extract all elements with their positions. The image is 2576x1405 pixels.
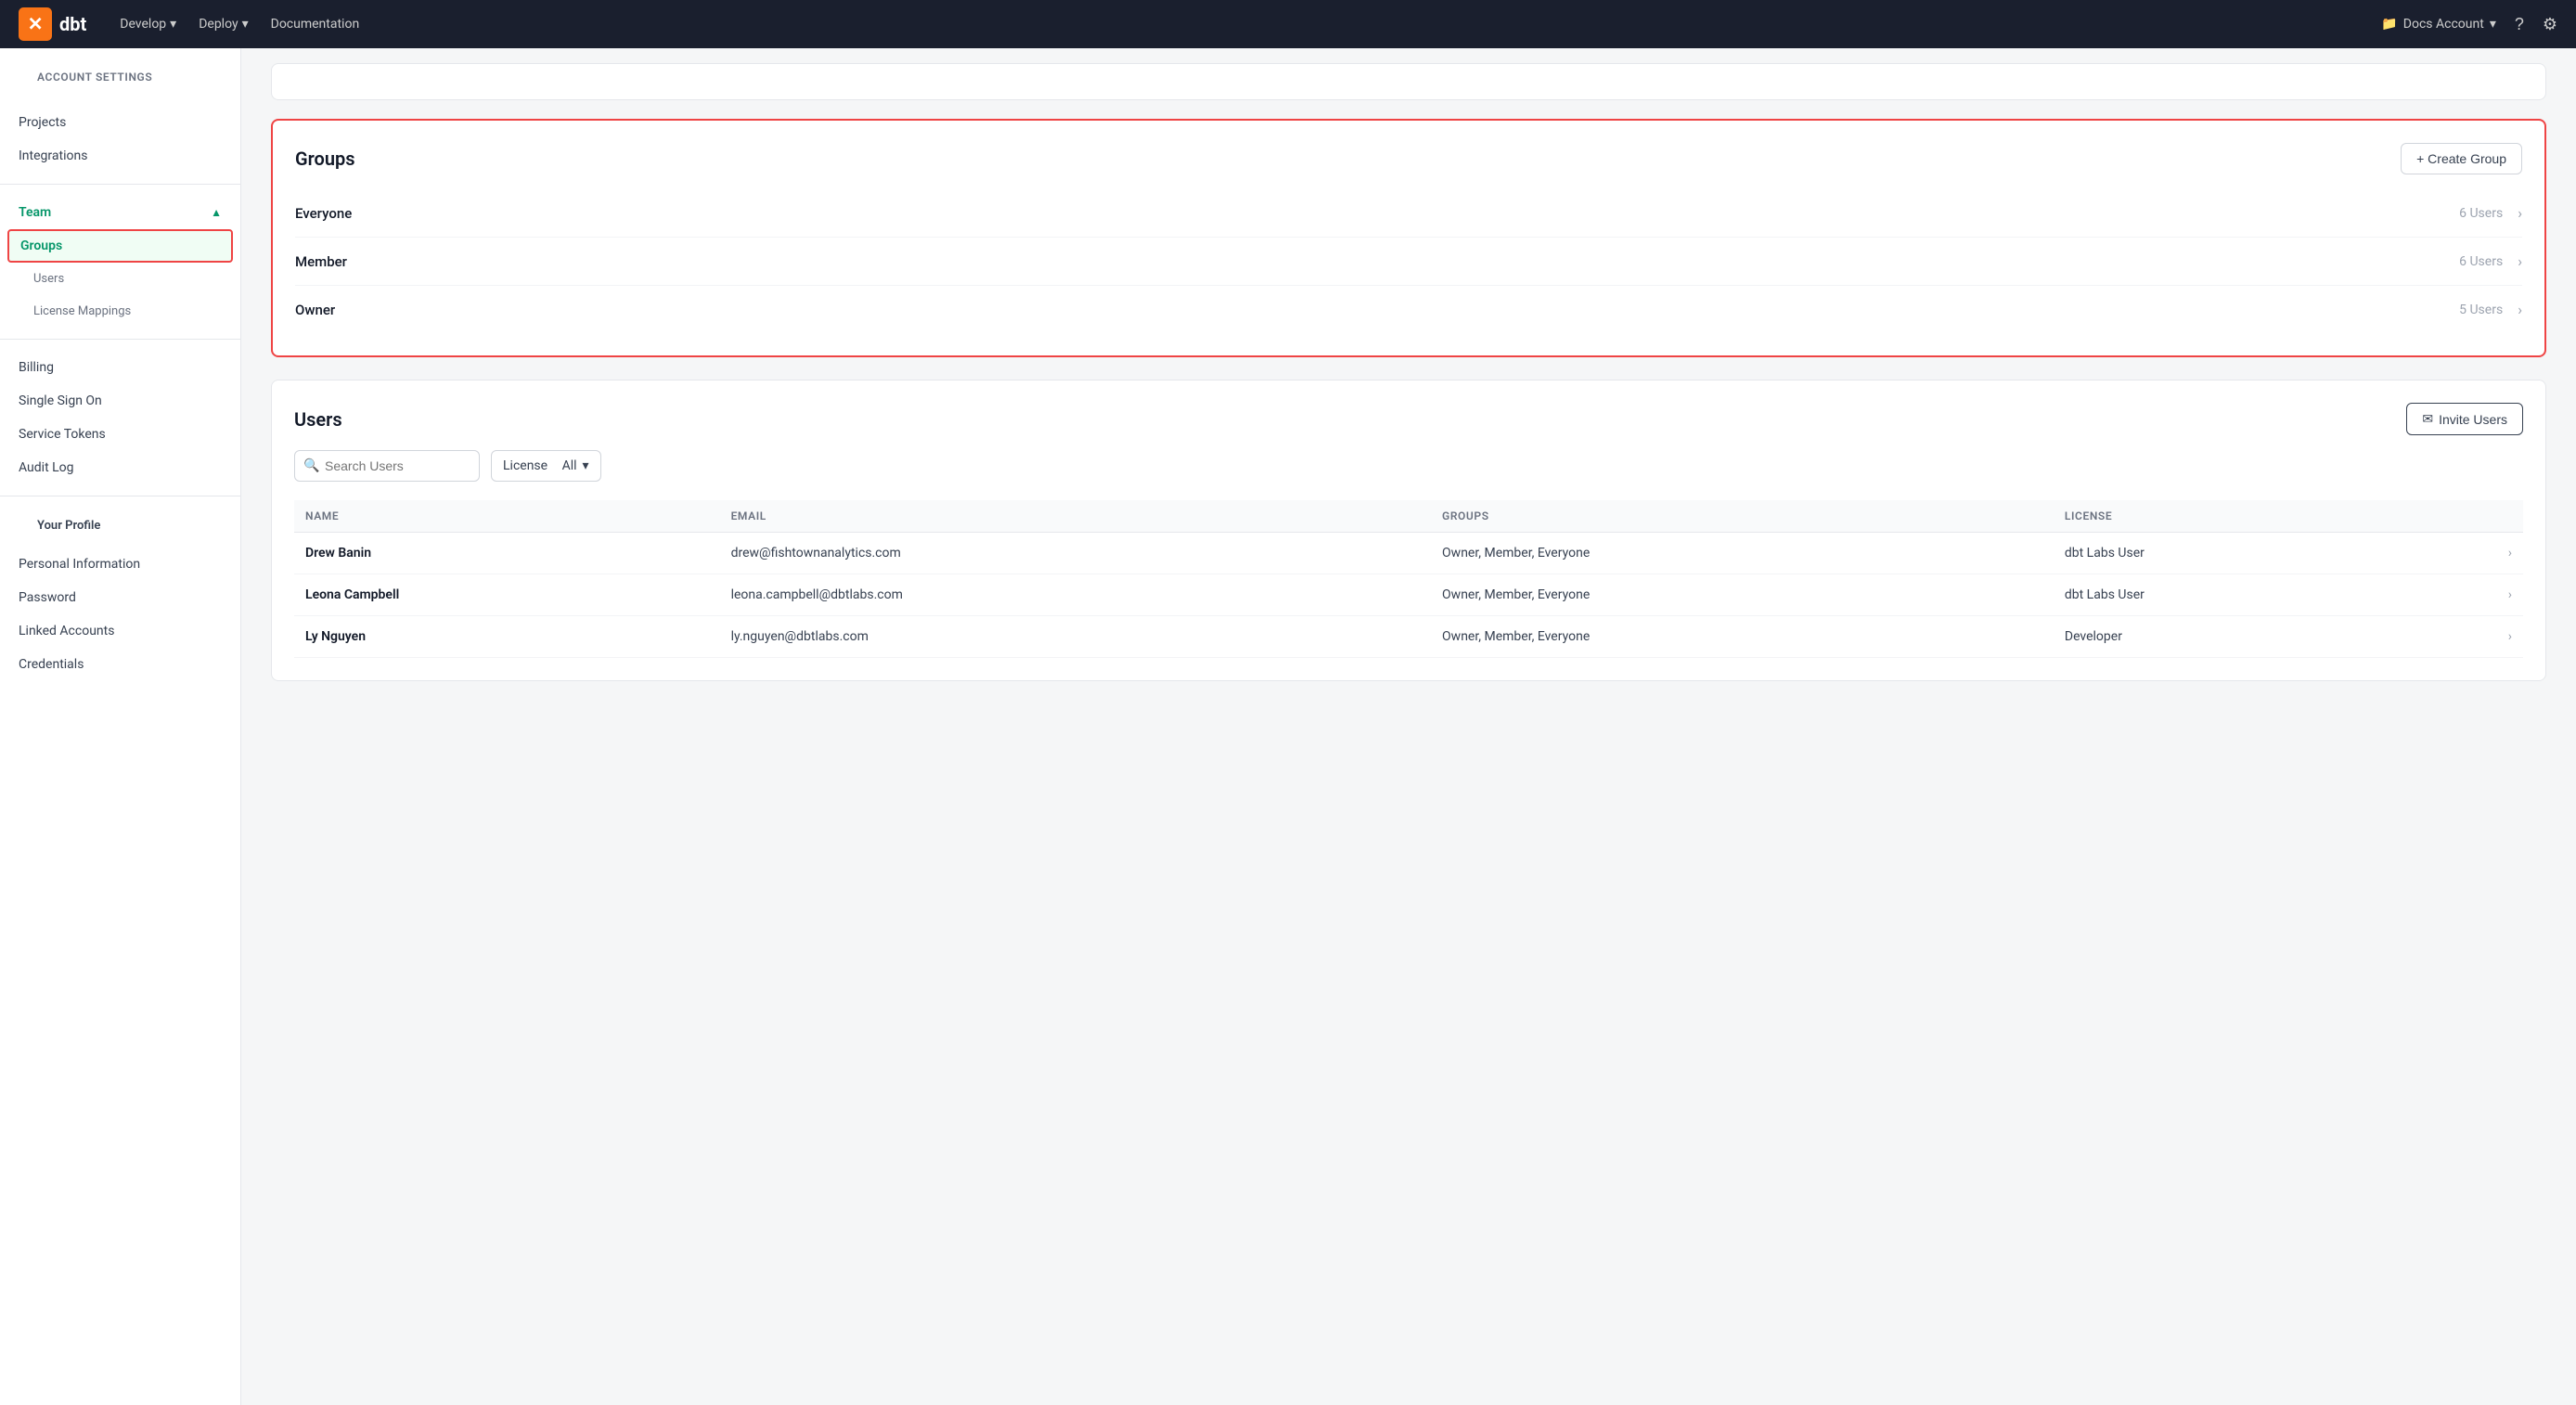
users-controls: 🔍 License All ▾	[294, 450, 2523, 482]
develop-chevron-icon: ▾	[170, 17, 176, 32]
logo[interactable]: ✕ dbt	[19, 7, 86, 41]
sidebar-item-personal-info[interactable]: Personal Information	[0, 548, 240, 581]
team-chevron-icon: ▲	[211, 206, 222, 219]
nav-deploy[interactable]: Deploy ▾	[199, 17, 248, 32]
groups-list: Everyone 6 Users › Member 6 Users ›	[295, 189, 2522, 333]
logo-text: dbt	[59, 13, 86, 35]
search-wrapper: 🔍	[294, 450, 480, 482]
sidebar-item-groups[interactable]: Groups	[7, 229, 233, 263]
account-chevron-icon: ▾	[2490, 17, 2496, 32]
license-filter-chevron-icon: ▾	[583, 458, 589, 473]
envelope-icon: ✉	[2422, 411, 2433, 427]
drew-row-chevron-icon: ›	[2428, 533, 2523, 574]
leona-row-chevron-icon: ›	[2428, 574, 2523, 616]
search-users-input[interactable]	[294, 450, 480, 482]
col-name: Name	[294, 500, 720, 533]
folder-icon: 📁	[2381, 17, 2397, 32]
user-license-leona: dbt Labs User	[2054, 574, 2428, 616]
main-content: Groups + Create Group Everyone 6 Users ›…	[241, 48, 2576, 1405]
col-groups: Groups	[1431, 500, 2054, 533]
col-action	[2428, 500, 2523, 533]
col-license: License	[2054, 500, 2428, 533]
sidebar-divider-1	[0, 184, 240, 185]
sidebar-item-projects[interactable]: Projects	[0, 106, 240, 139]
license-filter-dropdown[interactable]: License All ▾	[491, 450, 601, 482]
users-table-header: Name Email Groups License	[294, 500, 2523, 533]
table-row[interactable]: Ly Nguyen ly.nguyen@dbtlabs.com Owner, M…	[294, 616, 2523, 658]
sidebar-item-license-mappings[interactable]: License Mappings	[0, 295, 240, 328]
users-table-body: Drew Banin drew@fishtownanalytics.com Ow…	[294, 533, 2523, 658]
users-panel-header: Users ✉ Invite Users	[294, 403, 2523, 435]
sidebar-item-billing[interactable]: Billing	[0, 351, 240, 384]
svg-text:✕: ✕	[28, 14, 44, 35]
user-name-ly: Ly Nguyen	[294, 616, 720, 658]
your-profile-label: Your Profile	[19, 519, 222, 540]
sidebar-item-sso[interactable]: Single Sign On	[0, 384, 240, 418]
group-row-owner[interactable]: Owner 5 Users ›	[295, 286, 2522, 333]
owner-chevron-icon: ›	[2518, 301, 2522, 318]
user-license-ly: Developer	[2054, 616, 2428, 658]
topnav-right: 📁 Docs Account ▾ ? ⚙	[2381, 15, 2557, 34]
user-email-drew: drew@fishtownanalytics.com	[720, 533, 1431, 574]
member-chevron-icon: ›	[2518, 252, 2522, 270]
search-icon: 🔍	[303, 458, 319, 473]
sidebar-team-header[interactable]: Team ▲	[0, 196, 240, 229]
nav-develop[interactable]: Develop ▾	[120, 17, 176, 32]
nav-documentation[interactable]: Documentation	[271, 17, 360, 32]
groups-title: Groups	[295, 148, 355, 170]
user-groups-drew: Owner, Member, Everyone	[1431, 533, 2054, 574]
sidebar-item-password[interactable]: Password	[0, 581, 240, 614]
page-layout: Account Settings Projects Integrations T…	[0, 48, 2576, 1405]
sidebar-divider-2	[0, 339, 240, 340]
sidebar: Account Settings Projects Integrations T…	[0, 48, 241, 1405]
user-name-leona: Leona Campbell	[294, 574, 720, 616]
user-email-leona: leona.campbell@dbtlabs.com	[720, 574, 1431, 616]
deploy-chevron-icon: ▾	[242, 17, 249, 32]
everyone-chevron-icon: ›	[2518, 204, 2522, 222]
group-row-member[interactable]: Member 6 Users ›	[295, 238, 2522, 286]
invite-users-button[interactable]: ✉ Invite Users	[2406, 403, 2523, 435]
ly-row-chevron-icon: ›	[2428, 616, 2523, 658]
sidebar-item-linked-accounts[interactable]: Linked Accounts	[0, 614, 240, 648]
users-title: Users	[294, 408, 342, 431]
sidebar-item-audit-log[interactable]: Audit Log	[0, 451, 240, 484]
sidebar-item-service-tokens[interactable]: Service Tokens	[0, 418, 240, 451]
user-email-ly: ly.nguyen@dbtlabs.com	[720, 616, 1431, 658]
users-panel: Users ✉ Invite Users 🔍 License All ▾	[271, 380, 2546, 681]
sidebar-item-credentials[interactable]: Credentials	[0, 648, 240, 681]
groups-panel: Groups + Create Group Everyone 6 Users ›…	[271, 119, 2546, 357]
user-groups-leona: Owner, Member, Everyone	[1431, 574, 2054, 616]
account-settings-label: Account Settings	[19, 71, 222, 91]
col-email: Email	[720, 500, 1431, 533]
user-name-drew: Drew Banin	[294, 533, 720, 574]
table-row[interactable]: Leona Campbell leona.campbell@dbtlabs.co…	[294, 574, 2523, 616]
user-license-drew: dbt Labs User	[2054, 533, 2428, 574]
dbt-logo-icon: ✕	[19, 7, 52, 41]
table-row[interactable]: Drew Banin drew@fishtownanalytics.com Ow…	[294, 533, 2523, 574]
groups-panel-header: Groups + Create Group	[295, 143, 2522, 174]
top-navigation: ✕ dbt Develop ▾ Deploy ▾ Documentation 📁…	[0, 0, 2576, 48]
group-row-everyone[interactable]: Everyone 6 Users ›	[295, 189, 2522, 238]
help-button[interactable]: ?	[2515, 15, 2524, 34]
create-group-button[interactable]: + Create Group	[2401, 143, 2522, 174]
settings-button[interactable]: ⚙	[2543, 15, 2557, 34]
sidebar-item-users[interactable]: Users	[0, 263, 240, 295]
users-table: Name Email Groups License Drew Banin dre…	[294, 500, 2523, 658]
sidebar-item-integrations[interactable]: Integrations	[0, 139, 240, 173]
account-selector[interactable]: 📁 Docs Account ▾	[2381, 17, 2495, 32]
top-search-hint	[271, 63, 2546, 100]
user-groups-ly: Owner, Member, Everyone	[1431, 616, 2054, 658]
